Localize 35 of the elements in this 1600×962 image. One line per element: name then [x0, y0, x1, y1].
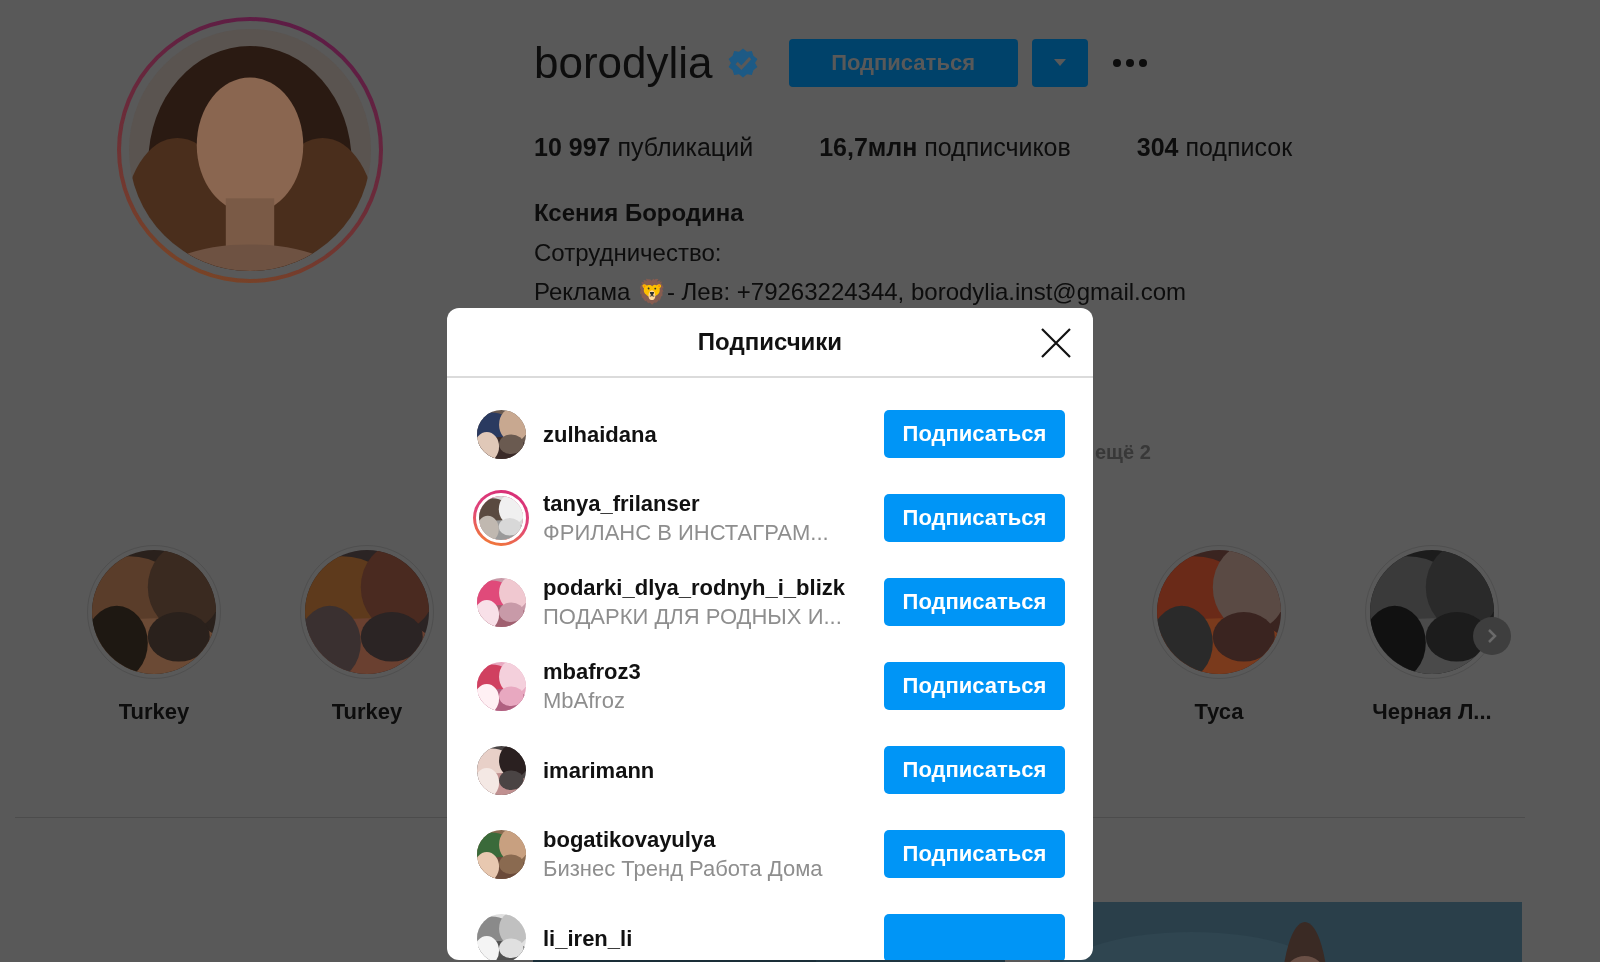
close-icon[interactable]	[1041, 328, 1071, 358]
follow-button[interactable]: Подписаться	[884, 662, 1065, 710]
dialog-title: Подписчики	[697, 328, 843, 356]
profile-stat[interactable]: 16,7млн подписчиков	[819, 132, 1071, 162]
follow-button[interactable]: Подписаться	[884, 578, 1065, 626]
profile-username: borodylia	[534, 38, 713, 88]
highlight-title: Turkey	[331, 699, 403, 725]
follow-button[interactable]: Подписаться	[884, 746, 1065, 794]
full-name: Ксения Бородина	[534, 198, 745, 228]
bio-line: Сотрудничество:	[534, 238, 723, 268]
highlight-title: Черная Л...	[1372, 699, 1492, 725]
profile-stat[interactable]: 10 997 публикаций	[534, 132, 754, 162]
caret-icon	[1053, 59, 1066, 67]
next-arrow-button[interactable]	[1473, 617, 1511, 655]
follow-button[interactable]: Подписаться	[884, 494, 1065, 542]
follow-button[interactable]: Подписаться	[884, 410, 1065, 458]
more-icon[interactable]	[1111, 58, 1148, 68]
follower-name: Бизнес Тренд Работа Дома	[543, 855, 824, 883]
follower-name: ПОДАРКИ ДЛЯ РОДНЫХ И...	[543, 603, 843, 631]
follower-username[interactable]: zulhaidana	[543, 419, 884, 449]
user-avatar[interactable]	[473, 490, 529, 546]
highlight-title: Туса	[1194, 699, 1244, 725]
bio-line: Реклама 🦁- Лев: +79263224344, borodylia.inst@gmail.com	[534, 277, 1188, 307]
follower-name: MbAfroz	[543, 687, 626, 715]
follower-username[interactable]: imarimann	[543, 755, 884, 785]
follower-username[interactable]: bogatikovayulya	[543, 825, 884, 854]
profile-stat[interactable]: 304 подписок	[1136, 132, 1293, 162]
follower-name: ФРИЛАНС В ИНСТАГРАМ...	[543, 519, 830, 547]
follower-username[interactable]: li_iren_li	[543, 923, 884, 953]
follower-username[interactable]: tanya_frilanser	[543, 489, 884, 518]
follower-username[interactable]: podarki_dlya_rodnyh_i_blizk	[543, 573, 884, 602]
follow-button[interactable]: Подписаться	[884, 830, 1065, 878]
highlight-title: Turkey	[118, 699, 190, 725]
chevron-right-icon	[1487, 628, 1497, 644]
follower-username[interactable]: mbafroz3	[543, 657, 884, 686]
